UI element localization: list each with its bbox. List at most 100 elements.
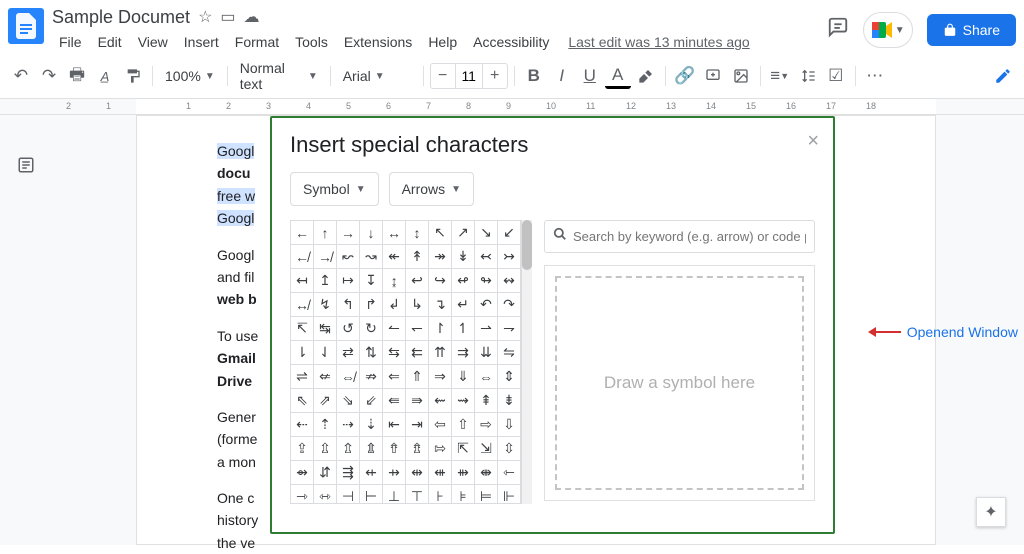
char-cell[interactable]: ⇈ [429, 341, 452, 365]
char-cell[interactable]: ⇽ [498, 461, 521, 485]
star-icon[interactable]: ☆ [198, 7, 212, 27]
char-cell[interactable]: ↨ [383, 269, 406, 293]
menu-help[interactable]: Help [421, 30, 464, 54]
more-button[interactable]: ⋯ [862, 63, 888, 89]
char-cell[interactable]: ⇉ [452, 341, 475, 365]
char-cell[interactable]: ↳ [406, 293, 429, 317]
align-button[interactable]: ≡▼ [767, 63, 793, 89]
menu-view[interactable]: View [131, 30, 175, 54]
char-cell[interactable]: ↯ [314, 293, 337, 317]
image-button[interactable] [728, 63, 754, 89]
font-size-inc[interactable]: + [483, 64, 507, 88]
char-cell[interactable]: ⇧ [452, 413, 475, 437]
char-cell[interactable]: ⇜ [429, 389, 452, 413]
outline-toggle[interactable] [14, 153, 38, 177]
char-cell[interactable]: ↺ [337, 317, 360, 341]
char-cell[interactable]: ⇌ [291, 365, 314, 389]
subcategory-select[interactable]: Arrows▼ [389, 172, 474, 206]
char-cell[interactable]: ⇟ [498, 389, 521, 413]
char-cell[interactable]: ⊩ [498, 485, 521, 504]
char-cell[interactable]: ↙ [498, 221, 521, 245]
char-cell[interactable]: ⇚ [383, 389, 406, 413]
char-cell[interactable]: ↱ [360, 293, 383, 317]
char-cell[interactable]: ⇦ [429, 413, 452, 437]
char-cell[interactable]: ⇺ [429, 461, 452, 485]
char-cell[interactable]: ↶ [475, 293, 498, 317]
char-cell[interactable]: ⇥ [406, 413, 429, 437]
char-cell[interactable]: ⇯ [406, 437, 429, 461]
char-cell[interactable]: ↰ [337, 293, 360, 317]
char-cell[interactable]: ⇾ [291, 485, 314, 504]
char-cell[interactable]: ↓ [360, 221, 383, 245]
char-cell[interactable]: ↵ [452, 293, 475, 317]
char-cell[interactable]: ⇳ [498, 437, 521, 461]
char-cell[interactable]: ↠ [429, 245, 452, 269]
char-cell[interactable]: ⇍ [314, 365, 337, 389]
char-cell[interactable]: ↞ [383, 245, 406, 269]
char-cell[interactable]: ⇞ [475, 389, 498, 413]
zoom-select[interactable]: 100%▼ [159, 68, 221, 84]
char-cell[interactable]: ⇓ [452, 365, 475, 389]
menu-file[interactable]: File [52, 30, 89, 54]
char-cell[interactable]: ⇊ [475, 341, 498, 365]
char-cell[interactable]: ↹ [314, 317, 337, 341]
char-cell[interactable]: ↥ [314, 269, 337, 293]
char-cell[interactable]: ⇖ [291, 389, 314, 413]
char-cell[interactable]: ⇛ [406, 389, 429, 413]
search-input[interactable] [573, 229, 806, 244]
search-box[interactable] [544, 220, 815, 253]
font-size-stepper[interactable]: − + [430, 63, 508, 89]
link-button[interactable]: 🔗 [672, 63, 698, 89]
explore-button[interactable]: ✦ [976, 497, 1006, 527]
char-cell[interactable]: ⇑ [406, 365, 429, 389]
char-cell[interactable]: ↻ [360, 317, 383, 341]
font-select[interactable]: Arial▼ [337, 68, 417, 84]
char-cell[interactable]: ⇹ [406, 461, 429, 485]
char-cell[interactable]: ⇗ [314, 389, 337, 413]
char-cell[interactable]: ↽ [406, 317, 429, 341]
cloud-icon[interactable]: ☁ [244, 7, 260, 27]
char-cell[interactable]: ⇶ [337, 461, 360, 485]
char-cell[interactable]: ⇱ [452, 437, 475, 461]
char-cell[interactable]: ⇔ [475, 365, 498, 389]
menu-extensions[interactable]: Extensions [337, 30, 419, 54]
char-cell[interactable]: ⇻ [452, 461, 475, 485]
char-cell[interactable]: ⇙ [360, 389, 383, 413]
char-cell[interactable]: ↾ [429, 317, 452, 341]
underline-button[interactable]: U [577, 63, 603, 89]
char-cell[interactable]: ⇵ [314, 461, 337, 485]
char-cell[interactable]: ⇆ [383, 341, 406, 365]
spellcheck-button[interactable]: A̲ [92, 63, 118, 89]
draw-area[interactable]: Draw a symbol here [544, 265, 815, 501]
print-button[interactable]: 🖶 [64, 63, 90, 89]
doc-title[interactable]: Sample Documet [52, 7, 190, 28]
char-cell[interactable]: ⊥ [383, 485, 406, 504]
share-button[interactable]: Share [927, 14, 1016, 46]
char-cell[interactable]: ↪ [429, 269, 452, 293]
char-cell[interactable]: ⇣ [360, 413, 383, 437]
char-cell[interactable]: ⇏ [360, 365, 383, 389]
char-cell[interactable]: ⇕ [498, 365, 521, 389]
char-cell[interactable]: ⇎ [337, 365, 360, 389]
move-icon[interactable]: ▭ [220, 7, 235, 27]
char-cell[interactable]: ⇐ [383, 365, 406, 389]
char-cell[interactable]: ⊣ [337, 485, 360, 504]
char-cell[interactable]: ⇬ [337, 437, 360, 461]
char-cell[interactable]: ⇀ [475, 317, 498, 341]
char-cell[interactable]: ⇅ [360, 341, 383, 365]
char-cell[interactable]: ⇫ [314, 437, 337, 461]
char-cell[interactable]: ↸ [291, 317, 314, 341]
char-cell[interactable]: ⊢ [360, 485, 383, 504]
char-cell[interactable]: ⇿ [314, 485, 337, 504]
char-cell[interactable]: ⊤ [406, 485, 429, 504]
char-cell[interactable]: ↩ [406, 269, 429, 293]
line-spacing-button[interactable] [795, 63, 821, 89]
char-cell[interactable]: ⇂ [291, 341, 314, 365]
char-cell[interactable]: ↔ [383, 221, 406, 245]
font-size-dec[interactable]: − [431, 64, 455, 88]
char-cell[interactable]: ⇮ [383, 437, 406, 461]
docs-logo[interactable] [8, 8, 44, 44]
char-cell[interactable]: ⇴ [291, 461, 314, 485]
char-cell[interactable]: ⊦ [429, 485, 452, 504]
last-edit-link[interactable]: Last edit was 13 minutes ago [568, 30, 749, 54]
